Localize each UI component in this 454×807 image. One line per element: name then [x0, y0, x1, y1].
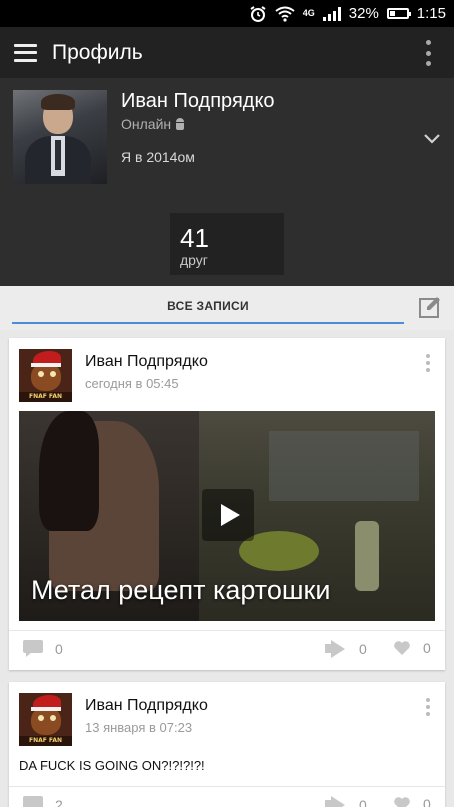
wifi-icon [275, 6, 295, 22]
likes-count: 0 [423, 796, 431, 807]
play-button[interactable] [202, 489, 254, 541]
avatar-caption: FNAF FAN group [19, 392, 72, 402]
alarm-icon [249, 5, 267, 23]
heart-icon [394, 641, 410, 655]
post-author-avatar[interactable]: FNAF FAN group [19, 349, 72, 402]
clock: 1:15 [416, 5, 446, 22]
megaphone-icon [325, 640, 347, 658]
heart-icon [394, 797, 410, 807]
like-button[interactable]: 0 [393, 796, 431, 807]
battery-level [389, 11, 395, 16]
post-card: FNAF FAN group Иван Подпрядко сегодня в … [9, 338, 445, 670]
overflow-menu-button[interactable] [416, 40, 440, 66]
screen: 4G 32% 1:15 Профиль Иван Подпрядко Онлай… [0, 0, 454, 807]
profile-avatar[interactable] [13, 90, 107, 184]
post-text: DA FUCK IS GOING ON?!?!?!?! [19, 758, 205, 773]
post-timestamp: сегодня в 05:45 [85, 376, 179, 391]
post-actions: 0 0 0 [9, 630, 445, 670]
repost-button[interactable]: 0 [325, 796, 367, 807]
megaphone-icon [325, 796, 347, 807]
play-icon [220, 504, 240, 526]
profile-name: Иван Подпрядко [121, 90, 275, 112]
network-type-icon: 4G [302, 8, 315, 18]
android-icon [175, 118, 185, 130]
compose-button[interactable] [418, 295, 442, 319]
hamburger-icon [13, 43, 37, 62]
overflow-dot-icon [425, 40, 431, 45]
overflow-dot-icon [425, 61, 431, 66]
post-menu-button[interactable] [425, 698, 431, 716]
comment-icon [23, 796, 43, 807]
post-author-name[interactable]: Иван Подпрядко [85, 697, 208, 715]
comments-count: 2 [55, 796, 63, 807]
post-card: FNAF FAN group Иван Подпрядко 13 января … [9, 682, 445, 807]
post-author-avatar[interactable]: FNAF FAN group [19, 693, 72, 746]
reposts-count: 0 [359, 797, 367, 807]
edit-icon [419, 297, 440, 318]
comments-count: 0 [55, 640, 63, 657]
wall-tabs: ВСЕ ЗАПИСИ [0, 286, 454, 330]
signal-icon [322, 6, 341, 21]
profile-header: Иван Подпрядко Онлайн Я в 2014ом 41 друг [0, 78, 454, 286]
post-author-name[interactable]: Иван Подпрядко [85, 353, 208, 371]
video-title: Метал рецепт картошки [31, 575, 331, 605]
online-status: Онлайн [121, 116, 185, 132]
tab-indicator [12, 322, 404, 324]
friends-counter[interactable]: 41 друг [170, 213, 284, 275]
post-menu-button[interactable] [425, 354, 431, 372]
comment-icon [23, 640, 43, 657]
profile-status-text: Я в 2014ом [121, 149, 195, 165]
menu-button[interactable] [0, 27, 50, 78]
online-label: Онлайн [121, 116, 172, 132]
battery-percent: 32% [348, 5, 379, 22]
app-toolbar: Профиль [0, 27, 454, 78]
like-button[interactable]: 0 [393, 640, 431, 656]
status-bar: 4G 32% 1:15 [0, 0, 454, 27]
page-title: Профиль [52, 40, 143, 64]
repost-button[interactable]: 0 [325, 640, 367, 658]
expand-chevron-icon[interactable] [422, 128, 442, 148]
friends-label: друг [180, 252, 208, 268]
post-actions: 2 0 0 [9, 786, 445, 807]
comments-button[interactable]: 2 [23, 796, 63, 807]
avatar-caption: FNAF FAN group [19, 736, 72, 746]
video-attachment[interactable]: Метал рецепт картошки [19, 411, 435, 621]
reposts-count: 0 [359, 641, 367, 657]
likes-count: 0 [423, 640, 431, 656]
comments-button[interactable]: 0 [23, 640, 63, 657]
overflow-dot-icon [425, 50, 431, 56]
tab-all-posts[interactable]: ВСЕ ЗАПИСИ [12, 286, 404, 326]
battery-icon [386, 8, 411, 19]
post-timestamp: 13 января в 07:23 [85, 720, 193, 735]
friends-count: 41 [180, 223, 209, 253]
